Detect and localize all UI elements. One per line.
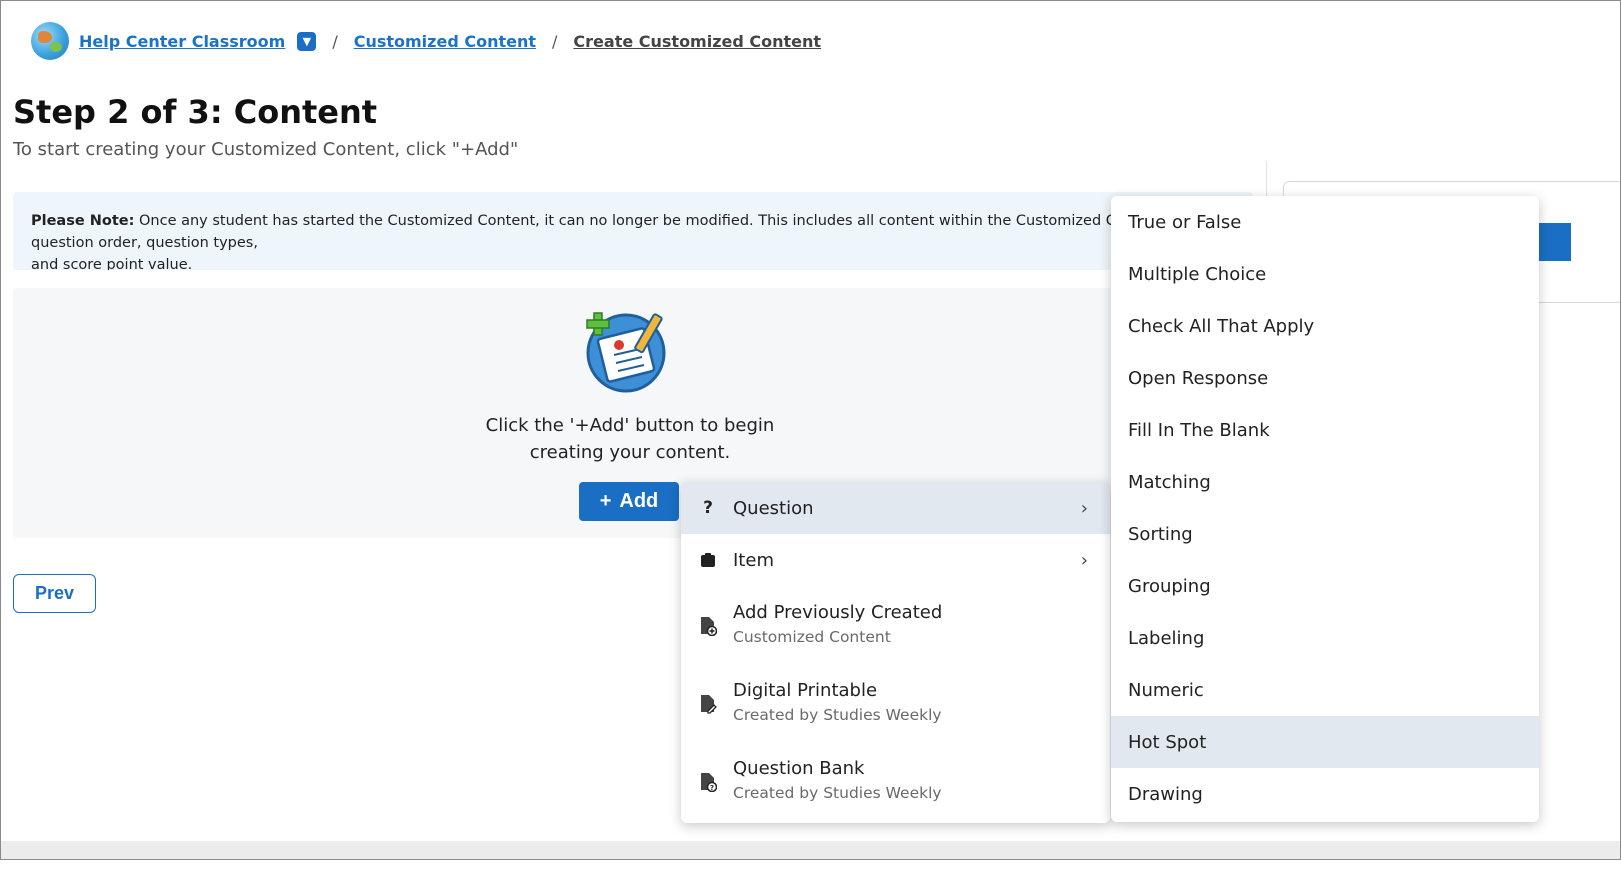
question-type-drawing[interactable]: Drawing <box>1111 768 1539 820</box>
menu-item-label: Add Previously Created <box>733 602 943 623</box>
question-type-open-response[interactable]: Open Response <box>1111 352 1539 404</box>
breadcrumb-customized-content-link[interactable]: Customized Content <box>354 32 536 51</box>
add-menu: ? Question › Item › Add Previously Creat… <box>681 482 1110 823</box>
notice-text: Once any student has started the Customi… <box>31 213 1169 251</box>
breadcrumb-separator: / <box>332 31 338 51</box>
question-type-numeric[interactable]: Numeric <box>1111 664 1539 716</box>
add-button-label: Add <box>619 490 659 512</box>
breadcrumb: Help Center Classroom ▼ / Customized Con… <box>31 21 821 61</box>
menu-item-question[interactable]: ? Question › <box>681 482 1110 534</box>
classroom-globe-icon <box>31 22 69 60</box>
file-question-icon: ? <box>698 772 718 792</box>
menu-item-label: Item <box>733 549 774 571</box>
svg-text:?: ? <box>710 784 714 792</box>
breadcrumb-classroom-link[interactable]: Help Center Classroom <box>79 32 285 51</box>
breadcrumb-current-page[interactable]: Create Customized Content <box>573 32 821 51</box>
file-edit-icon <box>698 694 718 714</box>
menu-item-label: Question Bank <box>733 758 865 779</box>
menu-item-question-bank[interactable]: ? Question Bank Created by Studies Weekl… <box>681 742 1110 820</box>
menu-item-sublabel: Created by Studies Weekly <box>733 784 942 802</box>
plus-icon: + <box>599 490 612 512</box>
menu-item-sublabel: Created by Studies Weekly <box>733 706 942 724</box>
add-button[interactable]: + Add <box>579 482 679 521</box>
empty-state-message: Click the '+Add' button to begin creatin… <box>471 412 789 466</box>
menu-item-sublabel: Customized Content <box>733 628 891 646</box>
menu-item-label: Digital Printable <box>733 680 878 701</box>
page-footer <box>1 841 1620 859</box>
question-type-true-or-false[interactable]: True or False <box>1111 196 1539 248</box>
create-content-illustration-icon <box>586 312 666 393</box>
question-type-labeling[interactable]: Labeling <box>1111 612 1539 664</box>
page-subtitle: To start creating your Customized Conten… <box>13 139 519 160</box>
chevron-right-icon: › <box>1080 549 1088 571</box>
chevron-right-icon: › <box>1080 497 1088 519</box>
notice-label: Please Note: <box>31 213 135 229</box>
question-type-sorting[interactable]: Sorting <box>1111 508 1539 560</box>
notice-banner: Please Note: Once any student has starte… <box>13 192 1253 270</box>
empty-state-line-1: Click the '+Add' button to begin <box>485 415 775 436</box>
item-box-icon <box>698 550 718 570</box>
question-type-fill-in-the-blank[interactable]: Fill In The Blank <box>1111 404 1539 456</box>
question-type-hot-spot[interactable]: Hot Spot <box>1111 716 1539 768</box>
question-type-matching[interactable]: Matching <box>1111 456 1539 508</box>
notice-text-continued: and score point value. <box>31 257 193 270</box>
question-type-submenu: True or False Multiple Choice Check All … <box>1111 196 1539 822</box>
empty-state-line-2: creating your content. <box>529 442 731 463</box>
menu-item-digital-printable[interactable]: Digital Printable Created by Studies Wee… <box>681 664 1110 742</box>
chevron-down-icon[interactable]: ▼ <box>297 31 317 51</box>
question-mark-icon: ? <box>703 498 713 518</box>
question-type-grouping[interactable]: Grouping <box>1111 560 1539 612</box>
app-frame: Help Center Classroom ▼ / Customized Con… <box>0 0 1621 860</box>
menu-item-add-previously-created[interactable]: Add Previously Created Customized Conten… <box>681 586 1110 664</box>
menu-item-item[interactable]: Item › <box>681 534 1110 586</box>
menu-item-label: Question <box>733 497 814 519</box>
breadcrumb-separator: / <box>552 31 558 51</box>
prev-button[interactable]: Prev <box>13 574 96 613</box>
file-add-icon <box>698 616 718 636</box>
question-type-check-all-that-apply[interactable]: Check All That Apply <box>1111 300 1539 352</box>
page-title: Step 2 of 3: Content <box>13 93 378 131</box>
question-type-multiple-choice[interactable]: Multiple Choice <box>1111 248 1539 300</box>
